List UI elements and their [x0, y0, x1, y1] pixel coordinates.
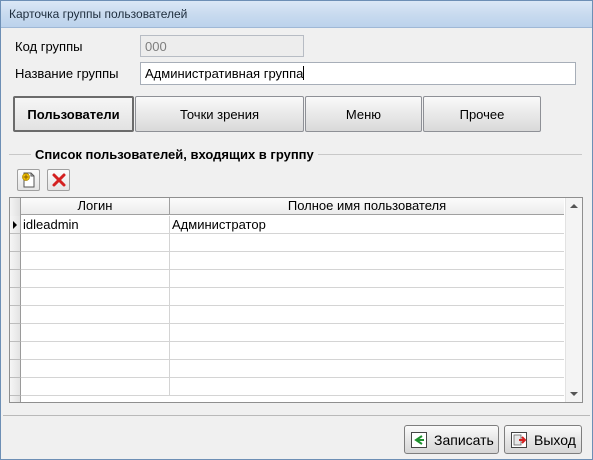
- empty-row: [10, 324, 564, 342]
- row-indicator: [10, 288, 21, 306]
- group-code-label: Код группы: [15, 39, 83, 54]
- empty-cell: [21, 270, 170, 288]
- tab-users[interactable]: Пользователи: [13, 96, 134, 132]
- empty-row: [10, 288, 564, 306]
- group-code-field: 000: [140, 35, 304, 57]
- scroll-up-icon[interactable]: [570, 204, 578, 208]
- text-cursor: [303, 66, 305, 80]
- users-group-title: Список пользователей, входящих в группу: [31, 147, 318, 162]
- group-name-value: Административная группа: [145, 66, 304, 81]
- exit-button[interactable]: Выход: [504, 425, 582, 454]
- current-row-indicator: [10, 216, 21, 234]
- tab-viewpoints[interactable]: Точки зрения: [135, 96, 304, 132]
- delete-user-button[interactable]: [47, 169, 70, 191]
- footer-divider: [3, 415, 590, 416]
- table-row[interactable]: idleadmin Администратор: [10, 216, 564, 234]
- add-user-button[interactable]: [17, 169, 40, 191]
- save-button-label: Записать: [434, 431, 494, 448]
- empty-row: [10, 342, 564, 360]
- tab-other[interactable]: Прочее: [423, 96, 541, 132]
- group-name-field[interactable]: Административная группа: [140, 62, 576, 85]
- empty-cell: [21, 252, 170, 270]
- scroll-down-icon[interactable]: [570, 392, 578, 396]
- row-indicator: [10, 342, 21, 360]
- empty-cell: [21, 234, 170, 252]
- empty-cell: [21, 288, 170, 306]
- vertical-scrollbar[interactable]: [565, 198, 582, 402]
- add-document-icon: [21, 172, 34, 188]
- tab-users-label: Пользователи: [27, 106, 120, 122]
- full-name-cell[interactable]: Администратор: [170, 216, 564, 234]
- save-icon: [410, 431, 428, 449]
- row-indicator: [10, 378, 21, 396]
- row-indicator: [10, 234, 21, 252]
- empty-cell: [21, 378, 170, 396]
- save-button[interactable]: Записать: [404, 425, 499, 454]
- delete-x-icon: [52, 173, 65, 187]
- empty-row: [10, 360, 564, 378]
- exit-button-label: Выход: [534, 431, 576, 448]
- tab-other-label: Прочее: [459, 106, 505, 122]
- empty-cell: [21, 324, 170, 342]
- users-table[interactable]: Логин Полное имя пользователя idleadmin …: [9, 197, 583, 403]
- tab-menu[interactable]: Меню: [305, 96, 422, 132]
- column-header-full-name[interactable]: Полное имя пользователя: [170, 198, 564, 215]
- login-cell[interactable]: idleadmin: [21, 216, 170, 234]
- empty-row: [10, 306, 564, 324]
- row-indicator: [10, 270, 21, 288]
- column-header-login[interactable]: Логин: [21, 198, 170, 215]
- empty-row: [10, 234, 564, 252]
- tab-viewpoints-label: Точки зрения: [179, 106, 260, 122]
- empty-row: [10, 252, 564, 270]
- empty-cell: [21, 306, 170, 324]
- title-bar[interactable]: Карточка группы пользователей: [1, 1, 592, 28]
- group-name-label: Название группы: [15, 66, 119, 81]
- row-indicator: [10, 252, 21, 270]
- row-indicator: [10, 360, 21, 378]
- tab-menu-label: Меню: [345, 106, 382, 122]
- empty-row: [10, 270, 564, 288]
- exit-icon: [510, 431, 528, 449]
- empty-row: [10, 378, 564, 396]
- empty-cell: [21, 342, 170, 360]
- empty-cell: [21, 360, 170, 378]
- row-indicator: [10, 306, 21, 324]
- window-title: Карточка группы пользователей: [9, 7, 188, 21]
- user-group-card-window: Карточка группы пользователей Код группы…: [0, 0, 593, 460]
- row-indicator: [10, 324, 21, 342]
- current-row-arrow-icon: [13, 221, 17, 229]
